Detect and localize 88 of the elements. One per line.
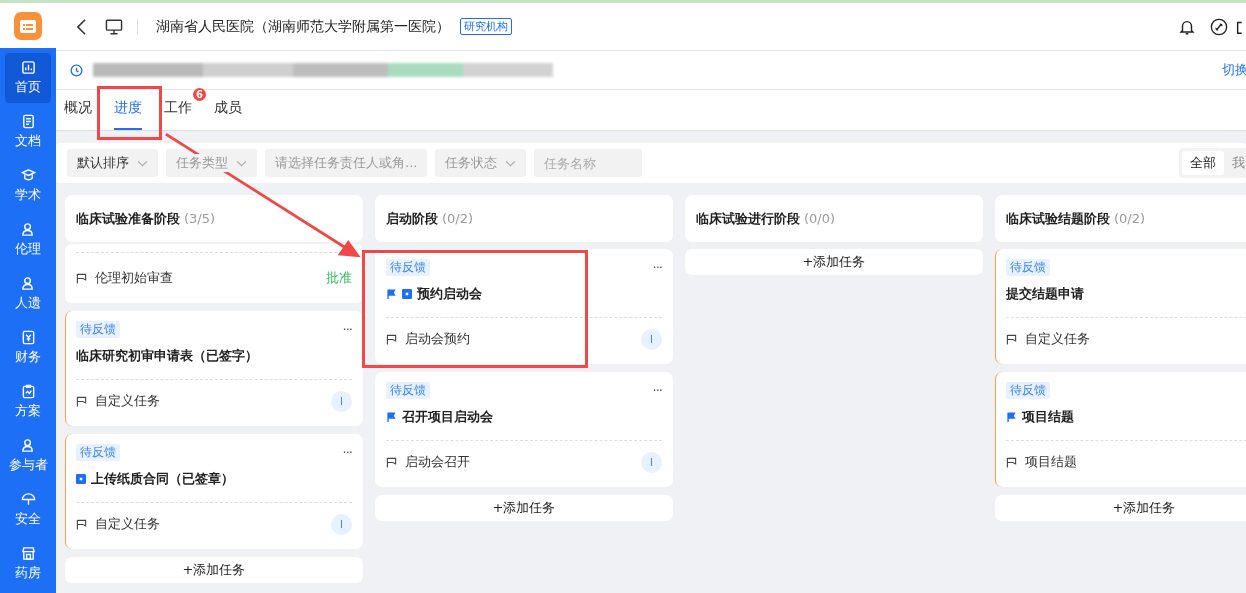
task-title: 项目结题	[1022, 408, 1074, 426]
person-icon	[20, 222, 36, 237]
stage-count: (3/5)	[184, 211, 216, 226]
result-label: 批准	[326, 269, 352, 287]
add-task-button[interactable]: +添加任务	[995, 495, 1246, 521]
sidebar-item[interactable]: 参与者	[5, 431, 51, 481]
status-tag: 待反馈	[386, 258, 430, 276]
task-card[interactable]: 待反馈 提交结题申请 自定义任务	[995, 249, 1246, 364]
task-title: 临床研究初审申请表（已签字）	[76, 347, 258, 365]
sidebar-item[interactable]: 学术	[5, 161, 51, 211]
task-type: 自定义任务	[1025, 330, 1090, 348]
add-task-button[interactable]: +添加任务	[685, 249, 983, 275]
flag-outline-icon	[1006, 456, 1017, 468]
flag-outline-icon	[76, 395, 87, 407]
scope-option[interactable]: 全部	[1182, 151, 1224, 175]
link-icon[interactable]	[1210, 17, 1228, 36]
umbrella-icon	[20, 492, 36, 507]
assignee-avatar: I	[331, 390, 352, 412]
task-title: 上传纸质合同（已签章）	[91, 470, 234, 488]
stage-count: (0/2)	[1114, 211, 1146, 226]
flag-outline-icon	[76, 518, 87, 530]
status-tag: 待反馈	[1006, 258, 1050, 276]
task-title: 召开项目启动会	[402, 408, 493, 426]
tab[interactable]: 工作	[164, 99, 192, 130]
chart-icon	[20, 60, 36, 75]
logo-icon	[14, 11, 42, 40]
filter-dropdown[interactable]: 默认排序	[67, 149, 158, 177]
task-type: 启动会预约	[405, 330, 470, 348]
count-badge: 6	[193, 88, 206, 101]
task-title: 提交结题申请	[1006, 285, 1084, 303]
sidebar-item[interactable]: 首页	[5, 53, 51, 103]
shop-icon	[20, 546, 36, 561]
flag-outline-icon	[386, 456, 397, 468]
assignee-avatar: I	[641, 451, 662, 473]
sidebar-item[interactable]: 方案	[5, 377, 51, 427]
assignee-avatar: I	[331, 513, 352, 535]
tab[interactable]: 成员	[214, 99, 242, 130]
assignee-avatar: I	[641, 328, 662, 350]
task-card[interactable]: 待反馈 ··· 上传纸质合同（已签章） 自定义任务 I	[65, 434, 363, 549]
sidebar-item[interactable]: 文档	[5, 107, 51, 157]
task-type: 自定义任务	[95, 515, 160, 533]
task-card[interactable]: 待反馈 ··· 预约启动会 启动会预约 I	[375, 249, 673, 364]
flag-outline-icon	[386, 333, 397, 345]
person-icon	[20, 276, 36, 291]
task-name-field[interactable]: 任务名称	[534, 149, 643, 177]
status-tag: 待反馈	[386, 381, 430, 399]
sidebar-item[interactable]: 人遗	[5, 269, 51, 319]
highlight-box	[97, 86, 162, 140]
stage-title: 临床试验结题阶段	[1006, 209, 1110, 228]
task-card[interactable]: 待反馈 项目结题 项目结题	[995, 372, 1246, 487]
stage-title: 临床试验准备阶段	[76, 209, 180, 228]
sidebar-item[interactable]: 药房	[5, 539, 51, 589]
more-button[interactable]: ···	[342, 321, 352, 337]
task-type: 自定义任务	[95, 392, 160, 410]
sidebar-item[interactable]: 安全	[5, 485, 51, 535]
add-task-button[interactable]: +添加任务	[65, 557, 363, 583]
stage-title: 临床试验进行阶段	[696, 209, 800, 228]
task-card[interactable]: 待反馈 ··· 召开项目启动会 启动会召开 I	[375, 372, 673, 487]
tab[interactable]: 概况	[64, 99, 92, 130]
task-type: 伦理初始审查	[95, 269, 173, 287]
task-card[interactable]: 伦理初始审查 批准	[65, 244, 363, 303]
flag-outline-icon	[1006, 333, 1017, 345]
stage-count: (0/2)	[442, 211, 474, 226]
status-tag: 待反馈	[76, 443, 120, 461]
more-button[interactable]: ···	[342, 444, 352, 460]
task-card[interactable]: 待反馈 ··· 临床研究初审申请表（已签字） 自定义任务 I	[65, 311, 363, 426]
status-tag: 待反馈	[76, 320, 120, 338]
add-task-button[interactable]: +添加任务	[375, 495, 673, 521]
hospital-title: 湖南省人民医院（湖南师范大学附属第一医院）	[156, 17, 450, 36]
back-icon[interactable]	[76, 17, 87, 36]
status-tag: 待反馈	[1006, 381, 1050, 399]
cap-icon	[20, 168, 36, 183]
clock-icon	[70, 63, 83, 77]
monitor-icon[interactable]	[105, 18, 123, 35]
sidebar-item[interactable]: 财务	[5, 323, 51, 373]
task-title: 预约启动会	[417, 285, 482, 303]
institution-tag: 研究机构	[460, 18, 512, 35]
money-icon	[20, 330, 36, 345]
flag-outline-icon	[76, 272, 87, 284]
stage-title: 启动阶段	[386, 209, 438, 228]
task-type: 启动会召开	[405, 453, 470, 471]
more-button[interactable]: ···	[652, 382, 662, 398]
stage-count: (0/0)	[804, 211, 836, 226]
task-type: 项目结题	[1025, 453, 1077, 471]
document-icon	[20, 114, 36, 129]
sidebar-item[interactable]: 伦理	[5, 215, 51, 265]
more-button[interactable]: ···	[652, 259, 662, 275]
clipboard-icon	[20, 384, 36, 399]
